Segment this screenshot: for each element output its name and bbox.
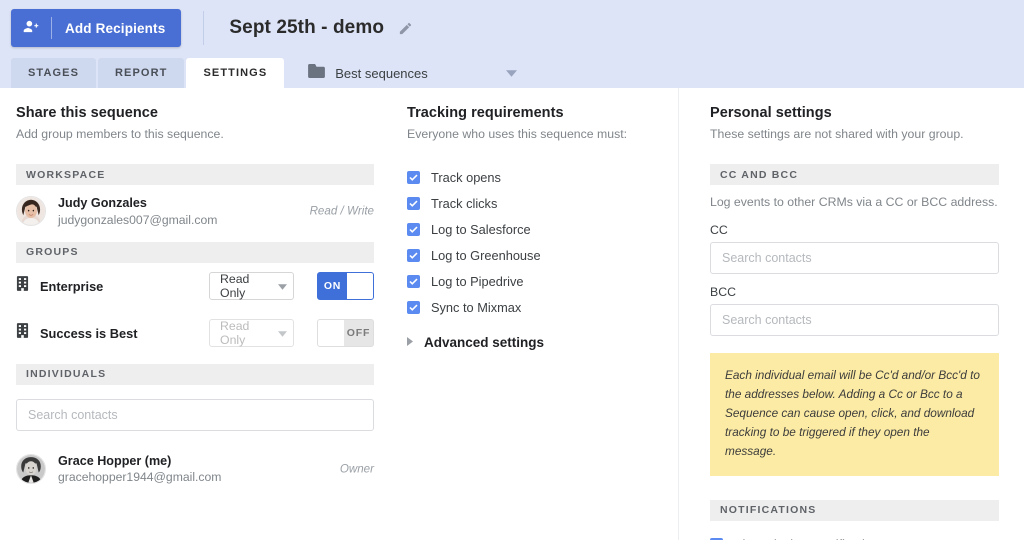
group-row-enterprise: Enterprise Read Only ON: [16, 263, 374, 310]
checkbox-checked-icon[interactable]: [407, 300, 420, 314]
group-share-toggle[interactable]: ON: [317, 272, 374, 301]
folder-icon: [308, 63, 326, 83]
pencil-icon[interactable]: [398, 21, 413, 36]
ccbcc-notice: Each individual email will be Cc'd and/o…: [710, 353, 999, 476]
personal-subtitle: These settings are not shared with your …: [710, 127, 964, 141]
button-divider: [51, 17, 52, 39]
ccbcc-section-header: CC AND BCC: [710, 164, 999, 185]
ccbcc-description: Log events to other CRMs via a CC or BCC…: [710, 195, 998, 209]
member-role: Read / Write: [309, 204, 374, 218]
group-permission-select[interactable]: Read Only: [209, 319, 294, 348]
tracking-option-label: Log to Salesforce: [431, 221, 531, 237]
settings-body: Share this sequence Add group members to…: [0, 88, 1024, 540]
tracking-option-row[interactable]: Log to Pipedrive: [407, 268, 662, 294]
notifications-list: Show desktop notifications Send Slack no…: [710, 532, 999, 540]
tracking-option-label: Log to Pipedrive: [431, 273, 524, 289]
tracking-option-label: Track clicks: [431, 195, 498, 211]
group-name: Enterprise: [40, 278, 104, 294]
toggle-knob: [318, 320, 344, 347]
personal-settings-column: Personal settings These settings are not…: [678, 88, 1024, 540]
cc-input[interactable]: [710, 242, 999, 274]
individual-name: Grace Hopper (me): [58, 453, 172, 468]
checkbox-checked-icon[interactable]: [407, 222, 420, 236]
tab-report[interactable]: REPORT: [98, 58, 185, 88]
permission-value: Read Only: [220, 272, 250, 301]
chevron-down-icon: [278, 279, 287, 293]
toggle-state-label: OFF: [346, 327, 371, 340]
tracking-option-label: Track opens: [431, 169, 501, 185]
folder-name: Best sequences: [335, 65, 428, 81]
avatar: [16, 454, 46, 485]
tracking-requirements-column: Tracking requirements Everyone who uses …: [394, 88, 678, 540]
group-permission-select[interactable]: Read Only: [209, 272, 294, 301]
person-add-icon: [23, 18, 40, 38]
workspace-member-row: Judy Gonzales judygonzales007@gmail.com …: [16, 185, 374, 237]
workspace-section-header: WORKSPACE: [16, 164, 374, 185]
group-name: Success is Best: [40, 325, 138, 341]
tracking-option-row[interactable]: Sync to Mixmax: [407, 294, 662, 320]
cc-label: CC: [710, 223, 728, 237]
tracking-option-row[interactable]: Track opens: [407, 164, 662, 190]
checkbox-checked-icon[interactable]: [407, 196, 420, 210]
tracking-option-row[interactable]: Log to Salesforce: [407, 216, 662, 242]
add-recipients-button[interactable]: Add Recipients: [11, 9, 182, 47]
add-recipients-label: Add Recipients: [65, 20, 166, 36]
tab-settings[interactable]: SETTINGS: [186, 58, 285, 88]
checkbox-checked-icon[interactable]: [407, 248, 420, 262]
notification-option-row[interactable]: Show desktop notifications: [710, 532, 999, 540]
notifications-section-header: NOTIFICATIONS: [710, 499, 999, 521]
building-icon: [16, 276, 29, 296]
individual-email: gracehopper1944@gmail.com: [58, 470, 222, 485]
personal-title: Personal settings: [710, 105, 832, 121]
tracking-options-list: Track opens Track clicks Log to Salesfor…: [407, 164, 662, 320]
tracking-option-label: Sync to Mixmax: [431, 299, 522, 315]
folder-selector[interactable]: Best sequences: [308, 58, 517, 88]
building-icon: [16, 323, 29, 343]
group-row-success-is-best: Success is Best Read Only OFF: [16, 310, 374, 357]
checkbox-checked-icon[interactable]: [407, 274, 420, 288]
groups-section-header: GROUPS: [16, 241, 374, 263]
member-email: judygonzales007@gmail.com: [58, 212, 218, 227]
app-header: Add Recipients Sept 25th - demo: [0, 0, 1024, 56]
share-subtitle: Add group members to this sequence.: [16, 127, 224, 141]
advanced-settings-toggle[interactable]: Advanced settings: [407, 333, 662, 351]
advanced-settings-label: Advanced settings: [424, 334, 545, 350]
chevron-down-icon: [278, 326, 287, 340]
header-divider: [203, 11, 205, 45]
individuals-search-input[interactable]: [16, 398, 374, 431]
bcc-input[interactable]: [710, 304, 999, 336]
share-title: Share this sequence: [16, 105, 158, 121]
individuals-section-header: INDIVIDUALS: [16, 363, 374, 385]
tab-strip: STAGES REPORT SETTINGS Best sequences: [0, 56, 1024, 88]
permission-value: Read Only: [220, 319, 250, 348]
triangle-right-icon: [407, 333, 413, 351]
share-sequence-column: Share this sequence Add group members to…: [0, 88, 394, 540]
individual-role: Owner: [339, 462, 374, 476]
sequence-title: Sept 25th - demo: [229, 17, 385, 38]
tracking-option-row[interactable]: Log to Greenhouse: [407, 242, 662, 268]
group-share-toggle[interactable]: OFF: [317, 319, 374, 348]
checkbox-checked-icon[interactable]: [407, 170, 420, 184]
toggle-state-label: ON: [323, 280, 342, 293]
chevron-down-icon[interactable]: [505, 69, 517, 77]
tracking-option-row[interactable]: Track clicks: [407, 190, 662, 216]
tracking-subtitle: Everyone who uses this sequence must:: [407, 127, 628, 141]
individual-row: Grace Hopper (me) gracehopper1944@gmail.…: [16, 443, 374, 495]
avatar: [16, 196, 46, 227]
tracking-title: Tracking requirements: [407, 105, 564, 121]
bcc-label: BCC: [710, 285, 736, 299]
member-name: Judy Gonzales: [58, 196, 147, 210]
tab-stages[interactable]: STAGES: [11, 58, 97, 88]
tracking-option-label: Log to Greenhouse: [431, 247, 541, 263]
toggle-knob: [347, 273, 373, 300]
